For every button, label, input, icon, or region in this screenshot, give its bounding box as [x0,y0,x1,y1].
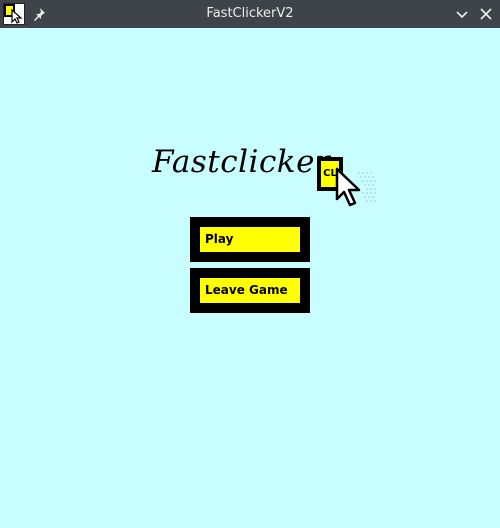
leave-game-button-label: Leave Game [200,278,300,303]
app-window: FastClickerV2 Fastclicker CL Play Leave … [0,0,500,528]
game-menu-area: Fastclicker CL Play Leave Game [0,28,500,528]
logo-text: Fastclicker [152,144,331,180]
game-logo: Fastclicker CL [150,140,380,212]
play-button-label: Play [200,227,300,252]
title-bar[interactable]: FastClickerV2 [0,0,500,28]
window-title: FastClickerV2 [206,6,294,21]
app-icon[interactable] [3,3,25,25]
mouse-pointer-icon [333,167,381,211]
leave-game-button[interactable]: Leave Game [190,268,310,313]
chevron-down-icon[interactable] [453,5,471,23]
play-button[interactable]: Play [190,217,310,262]
close-icon[interactable] [477,5,495,23]
pin-icon[interactable] [31,6,47,22]
